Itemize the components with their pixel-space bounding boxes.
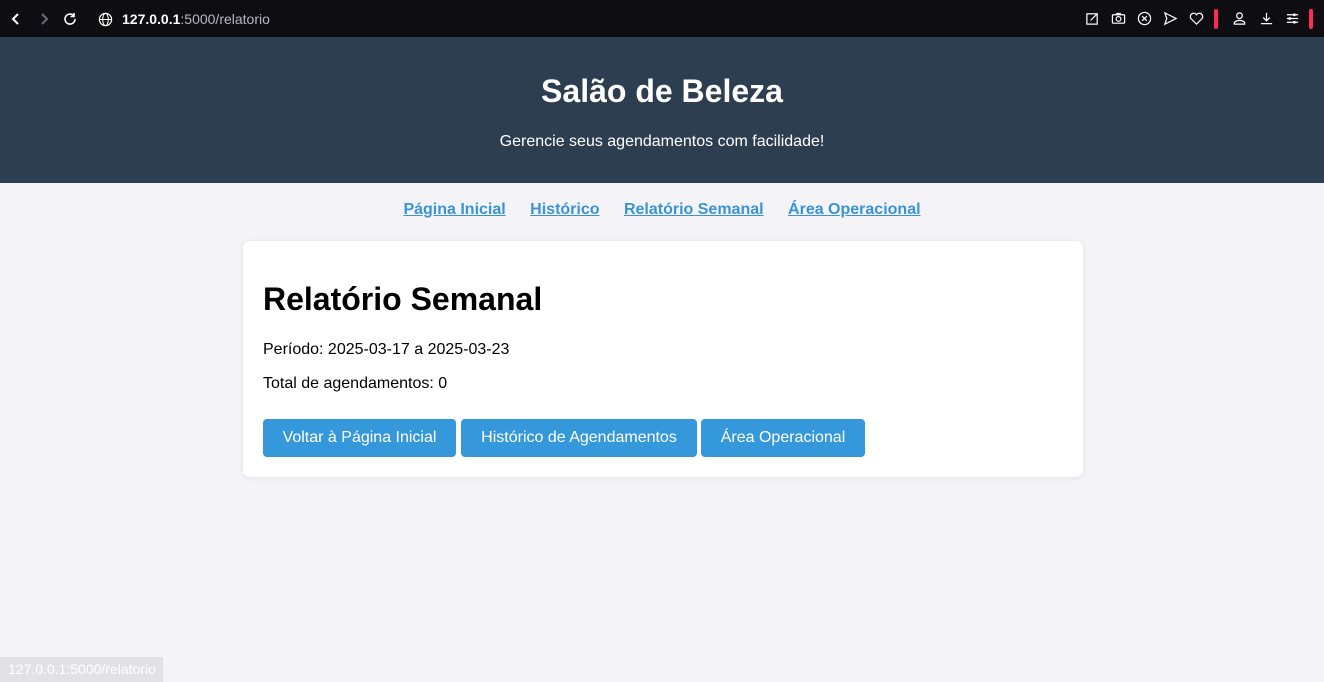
page-title: Relatório Semanal (263, 281, 543, 317)
recording-indicator-2 (1309, 9, 1313, 29)
nav-link-home[interactable]: Página Inicial (403, 201, 505, 218)
send-icon[interactable] (1162, 10, 1179, 27)
main-nav: Página Inicial Histórico Relatório Seman… (0, 201, 1324, 219)
url-host: 127.0.0.1 (122, 11, 181, 27)
camera-icon[interactable] (1110, 10, 1127, 27)
address-bar[interactable]: 127.0.0.1:5000/relatorio (98, 9, 270, 29)
operational-area-button[interactable]: Área Operacional (701, 419, 865, 457)
browser-toolbar: 127.0.0.1:5000/relatorio (0, 0, 1324, 37)
download-icon[interactable] (1258, 10, 1275, 27)
globe-icon (98, 12, 113, 26)
heart-icon[interactable] (1188, 10, 1205, 27)
history-button[interactable]: Histórico de Agendamentos (461, 419, 697, 457)
site-title: Salão de Beleza (541, 73, 783, 109)
close-circle-icon[interactable] (1136, 10, 1153, 27)
reload-icon[interactable] (60, 9, 80, 29)
nav-link-operational[interactable]: Área Operacional (788, 201, 921, 218)
report-period: Período: 2025-03-17 a 2025-03-23 (263, 341, 510, 358)
url-path: :5000/relatorio (180, 11, 270, 27)
edit-icon[interactable] (1084, 10, 1101, 27)
forward-icon[interactable] (34, 9, 54, 29)
nav-link-history[interactable]: Histórico (530, 201, 599, 218)
profile-icon[interactable] (1231, 10, 1248, 27)
site-subtitle: Gerencie seus agendamentos com facilidad… (499, 133, 825, 150)
back-home-button[interactable]: Voltar à Página Inicial (263, 419, 456, 457)
report-card: Relatório Semanal Período: 2025-03-17 a … (243, 241, 1083, 477)
report-total: Total de agendamentos: 0 (263, 375, 448, 392)
back-icon[interactable] (6, 9, 26, 29)
site-header: Salão de Beleza Gerencie seus agendament… (0, 37, 1324, 183)
status-bar-url: 127.0.0.1:5000/relatorio (0, 657, 163, 682)
menu-icon[interactable] (1284, 10, 1301, 27)
nav-link-weekly-report[interactable]: Relatório Semanal (624, 201, 764, 218)
recording-indicator (1214, 9, 1218, 29)
